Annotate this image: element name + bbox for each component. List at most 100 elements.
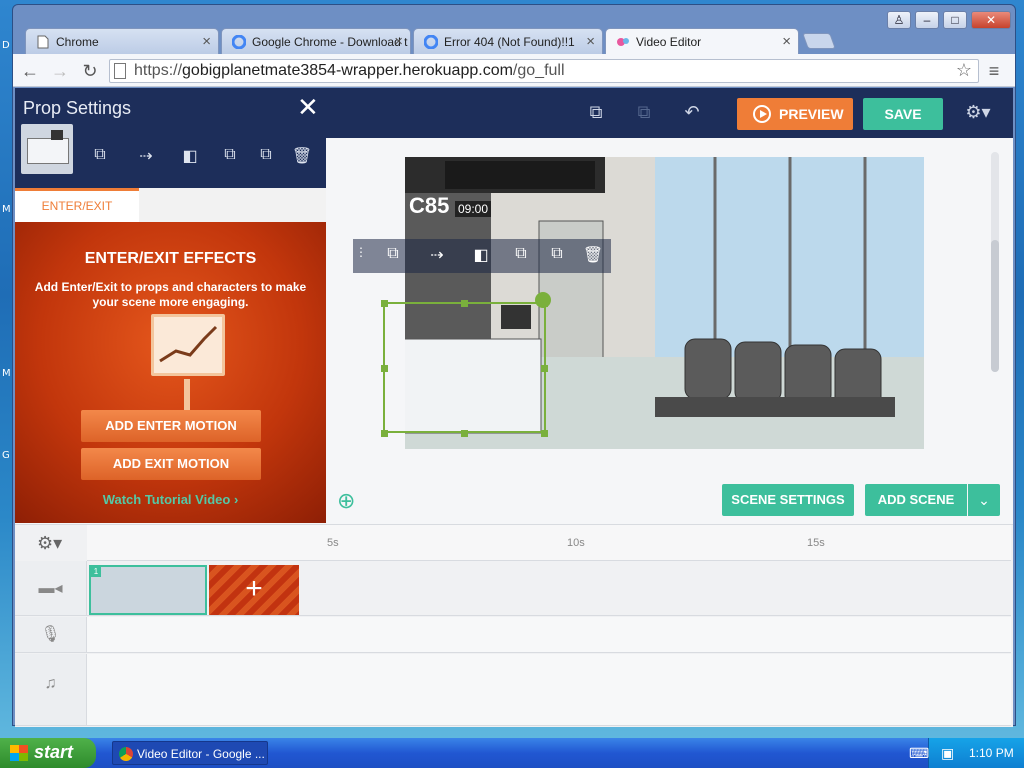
back-arrow-icon[interactable]: ← <box>19 60 41 82</box>
resize-handle[interactable] <box>541 430 548 437</box>
zoom-icon[interactable]: ⊕ <box>337 488 355 514</box>
tutorial-label: Watch Tutorial Video <box>102 492 231 507</box>
tab-title: Error 404 (Not Found)!!1 <box>444 35 575 49</box>
swap-prop-icon[interactable]: ⧉ <box>381 245 405 267</box>
new-tab-button[interactable] <box>802 33 836 49</box>
drag-handle-icon[interactable]: ⋮ <box>355 245 367 267</box>
timeline-settings-icon[interactable]: ⚙▾ <box>37 533 62 554</box>
address-bar[interactable]: https://gobigplanetmate3854-wrapper.hero… <box>109 59 979 83</box>
trash-icon[interactable]: 🗑 <box>581 245 605 267</box>
music-note-icon: ♫ <box>15 654 87 725</box>
canvas-scrollbar-thumb[interactable] <box>991 240 999 372</box>
keyboard-icon[interactable]: ⌨ <box>909 745 929 762</box>
chrome-icon <box>119 747 133 761</box>
tab-title: Google Chrome - Download t <box>252 35 408 49</box>
close-icon[interactable]: × <box>586 33 595 50</box>
scene-clip[interactable]: 1 <box>89 565 207 615</box>
resize-handle[interactable] <box>381 300 388 307</box>
undo-icon[interactable]: ↶ <box>681 102 703 124</box>
save-button[interactable]: SAVE <box>863 98 943 130</box>
desktop-icon-label: M <box>2 204 11 215</box>
start-label: start <box>34 742 74 762</box>
close-icon[interactable]: × <box>782 33 791 50</box>
taskbar-item-title: Video Editor - Google ... <box>137 747 265 761</box>
forward-arrow-icon[interactable]: → <box>49 60 71 82</box>
tab-strip: Chrome × Google Chrome - Download t × Er… <box>13 5 1015 55</box>
url-prefix: https:// <box>134 62 183 79</box>
copy-icon[interactable]: ⧉ <box>509 245 533 267</box>
swap-prop-icon[interactable]: ⧉ <box>89 146 111 168</box>
menu-icon[interactable]: ≡ <box>983 60 1005 82</box>
browser-tab[interactable]: Google Chrome - Download t × <box>221 28 411 54</box>
taskbar-item[interactable]: Video Editor - Google ... <box>112 741 268 765</box>
prop-selection-box[interactable] <box>381 292 551 437</box>
prop-settings-panel: Prop Settings ✕ ⧉ ⇢ ◧ ⧉ ⧉ 🗑 ENTER/EXIT E… <box>15 88 326 523</box>
enter-exit-icon[interactable]: ⇢ <box>135 146 157 168</box>
close-icon[interactable]: × <box>202 33 211 50</box>
url-host: gobigplanetmate3854-wrapper.herokuapp.co… <box>182 62 513 79</box>
microphone-icon: 🎙 <box>15 617 87 652</box>
browser-tab-active[interactable]: Video Editor × <box>605 28 799 55</box>
prop-thumbnail <box>21 124 73 174</box>
star-icon[interactable]: ☆ <box>956 60 972 81</box>
maximize-button[interactable]: □ <box>943 11 967 29</box>
paste-icon[interactable]: ⧉ <box>633 102 655 124</box>
enter-exit-icon[interactable]: ⇢ <box>425 245 449 267</box>
close-icon[interactable]: × <box>394 33 403 50</box>
add-scene-button[interactable]: ADD SCENE <box>865 484 967 516</box>
music-track[interactable]: ♫ <box>15 654 1011 726</box>
browser-tab[interactable]: Error 404 (Not Found)!!1 × <box>413 28 603 54</box>
rotate-handle-icon[interactable] <box>535 292 551 308</box>
time-ruler[interactable]: 5s 10s 15s <box>87 525 1011 561</box>
desktop-icon-label: G <box>2 450 10 461</box>
start-button[interactable]: start <box>0 738 96 768</box>
video-camera-icon: ▬◂ <box>15 561 87 615</box>
close-icon[interactable]: ✕ <box>297 92 319 123</box>
trash-icon[interactable]: 🗑 <box>291 146 313 168</box>
user-icon[interactable]: ♙ <box>887 11 911 29</box>
watch-tutorial-link[interactable]: Watch Tutorial Video › <box>15 492 326 507</box>
preview-button[interactable]: PREVIEW <box>737 98 853 130</box>
voice-track[interactable]: 🎙 <box>15 617 1011 653</box>
tab-enter-exit[interactable]: ENTER/EXIT <box>15 188 139 222</box>
network-icon[interactable]: ▣ <box>941 745 954 762</box>
clock: 1:10 PM <box>969 746 1014 760</box>
windows-logo-icon <box>10 745 28 761</box>
add-enter-motion-button[interactable]: ADD ENTER MOTION <box>81 410 261 442</box>
flip-icon[interactable]: ◧ <box>179 146 201 168</box>
browser-tab[interactable]: Chrome × <box>25 28 219 54</box>
copy-icon[interactable]: ⧉ <box>219 146 241 168</box>
system-tray: ⌨ ▣ 1:10 PM <box>909 738 1024 768</box>
desktop-icon-label: D <box>2 40 10 51</box>
paste-icon[interactable]: ⧉ <box>545 245 569 267</box>
preview-label: PREVIEW <box>779 106 844 122</box>
taskbar: start Video Editor - Google ... ⌨ ▣ 1:10… <box>0 738 1024 768</box>
resize-handle[interactable] <box>381 365 388 372</box>
effects-description: Add Enter/Exit to props and characters t… <box>34 280 307 309</box>
effects-title: ENTER/EXIT EFFECTS <box>84 250 257 267</box>
reload-icon[interactable]: ↻ <box>79 60 101 82</box>
browser-toolbar: ← → ↻ https://gobigplanetmate3854-wrappe… <box>13 54 1015 87</box>
resize-handle[interactable] <box>381 430 388 437</box>
panel-title: Prop Settings <box>23 98 132 118</box>
paste-icon[interactable]: ⧉ <box>255 146 277 168</box>
browser-window: Chrome × Google Chrome - Download t × Er… <box>12 4 1016 727</box>
add-scene-clip-button[interactable]: + <box>209 565 299 615</box>
chevron-down-icon[interactable]: ⌄ <box>968 484 1000 516</box>
add-exit-motion-button[interactable]: ADD EXIT MOTION <box>81 448 261 480</box>
chevron-right-icon: › <box>233 492 239 507</box>
google-icon <box>231 34 247 50</box>
settings-gear-icon[interactable]: ⚙▾ <box>961 102 995 124</box>
resize-handle[interactable] <box>541 365 548 372</box>
time-tick: 5s <box>327 537 339 549</box>
time-tick: 10s <box>567 537 585 549</box>
resize-handle[interactable] <box>461 430 468 437</box>
window-close-button[interactable]: ✕ <box>971 11 1011 29</box>
scene-settings-button[interactable]: SCENE SETTINGS <box>722 484 854 516</box>
tab-title: Video Editor <box>636 35 702 49</box>
chart-board-illustration <box>151 314 225 376</box>
resize-handle[interactable] <box>461 300 468 307</box>
minimize-button[interactable]: – <box>915 11 939 29</box>
flip-icon[interactable]: ◧ <box>469 245 493 267</box>
copy-icon[interactable]: ⧉ <box>585 102 607 124</box>
